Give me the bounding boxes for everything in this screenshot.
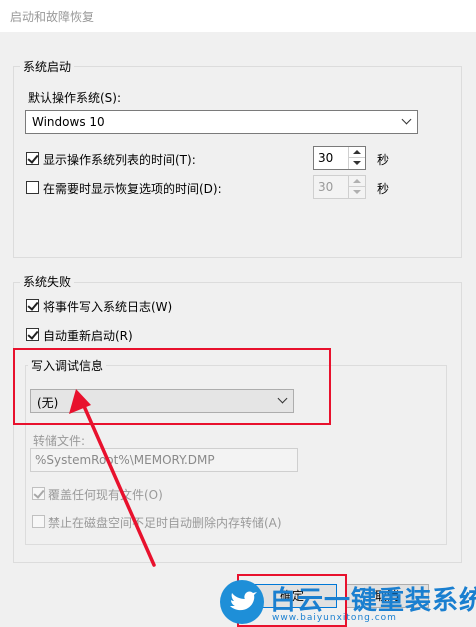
watermark: 白云一键重装系统 www.baiyunxitong.com (220, 578, 476, 627)
bird-logo-svg (230, 591, 257, 611)
auto-restart-label: 自动重新启动(R) (43, 329, 133, 343)
debug-info-highlight-box (13, 348, 331, 425)
default-os-value: Windows 10 (32, 115, 105, 129)
write-event-checkbox[interactable] (26, 299, 39, 312)
dump-file-label: 转储文件: (33, 434, 86, 448)
spinner-down-button (349, 187, 365, 198)
caret-down-icon (353, 190, 361, 194)
chevron-down-icon (401, 114, 412, 125)
watermark-url: www.baiyunxitong.com (272, 613, 397, 623)
default-os-label: 默认操作系统(S): (28, 91, 122, 105)
show-recovery-spinner: 30 (313, 175, 366, 199)
show-os-list-label: 显示操作系统列表的时间(T): (43, 153, 196, 167)
show-recovery-checkbox[interactable] (26, 181, 39, 194)
default-os-select[interactable]: Windows 10 (25, 110, 418, 134)
caret-up-icon (353, 179, 361, 183)
watermark-title: 白云一键重装系统 (270, 586, 476, 616)
spinner-up-button[interactable] (349, 147, 365, 158)
disable-autodelete-label: 禁止在磁盘空间不足时自动删除内存转储(A) (48, 516, 282, 530)
title-bar: 启动和故障恢复 (0, 0, 476, 32)
show-os-list-value: 30 (318, 151, 334, 165)
write-event-label: 将事件写入系统日志(W) (43, 300, 173, 314)
bird-logo-icon (220, 580, 264, 624)
system-startup-group-title: 系统启动 (20, 58, 75, 75)
spinner-up-button (349, 176, 365, 187)
caret-up-icon (353, 150, 361, 154)
window-title: 启动和故障恢复 (10, 10, 95, 24)
show-recovery-label: 在需要时显示恢复选项的时间(D): (43, 182, 222, 196)
spinner-down-button[interactable] (349, 158, 365, 169)
disable-autodelete-checkbox (32, 515, 45, 528)
show-recovery-unit: 秒 (377, 182, 390, 196)
show-os-list-unit: 秒 (377, 153, 390, 167)
dump-file-value: %SystemRoot%\MEMORY.DMP (35, 453, 215, 467)
show-recovery-value: 30 (318, 180, 334, 194)
dump-file-field: %SystemRoot%\MEMORY.DMP (30, 448, 298, 472)
show-os-list-checkbox[interactable] (26, 152, 39, 165)
caret-down-icon (353, 161, 361, 165)
show-os-list-spinner[interactable]: 30 (313, 146, 366, 170)
overwrite-label: 覆盖任何现有文件(O) (48, 488, 163, 502)
system-failure-group-title: 系统失败 (20, 273, 75, 290)
auto-restart-checkbox[interactable] (26, 328, 39, 341)
overwrite-checkbox (32, 487, 45, 500)
